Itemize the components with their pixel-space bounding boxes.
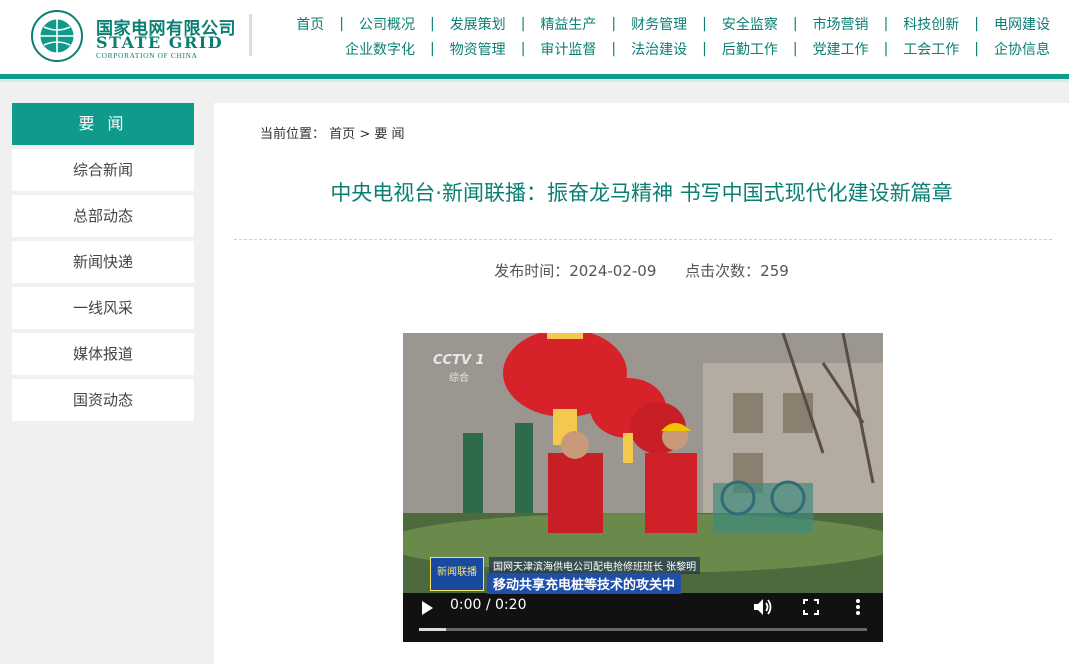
nav-item-home[interactable]: 首页 — [294, 14, 326, 34]
video-time: 0:00 / 0:20 — [450, 597, 527, 613]
nav-item-development-planning[interactable]: 发展策划 — [448, 14, 508, 34]
nav-separator: | — [792, 16, 798, 32]
sidebar-heading[interactable]: 要 闻 — [12, 103, 194, 145]
nav-item-finance[interactable]: 财务管理 — [629, 14, 689, 34]
breadcrumb-current-link[interactable]: 要 闻 — [374, 127, 404, 142]
breadcrumb-separator: > — [359, 127, 371, 142]
sidebar-item-general-news[interactable]: 综合新闻 — [12, 149, 194, 191]
video-progress-fill — [419, 628, 446, 631]
video-caption-speaker: 国网天津滨海供电公司配电抢修班班长 张黎明 — [489, 557, 701, 574]
nav-item-safety[interactable]: 安全监察 — [720, 14, 780, 34]
video-controls: 0:00 / 0:20 — [403, 592, 883, 642]
nav-separator: | — [429, 16, 435, 32]
publish-date: 发布时间：2024-02-09 — [494, 262, 657, 280]
logo-divider — [249, 14, 252, 56]
nav-item-digitalization[interactable]: 企业数字化 — [343, 39, 417, 59]
cctv-watermark: CCTV 1 — [433, 353, 485, 368]
nav-separator: | — [974, 41, 979, 57]
fullscreen-icon[interactable] — [803, 599, 819, 615]
nav-item-company-overview[interactable]: 公司概况 — [357, 14, 417, 34]
nav-separator: | — [702, 41, 707, 57]
breadcrumb: 当前位置： 首页 > 要 闻 — [260, 123, 405, 142]
click-count: 点击次数：259 — [685, 262, 789, 280]
video-caption-subtitle: 移动共享充电桩等技术的攻关中 — [487, 573, 682, 594]
sidebar: 要 闻 综合新闻 总部动态 新闻快递 一线风采 媒体报道 国资动态 — [12, 103, 194, 421]
sidebar-item-hq-news[interactable]: 总部动态 — [12, 195, 194, 237]
nav-item-lean-production[interactable]: 精益生产 — [538, 14, 598, 34]
article-meta: 发布时间：2024-02-09 点击次数：259 — [214, 260, 1069, 281]
video-player[interactable]: CCTV 1 综合 新闻联播 国网天津滨海供电公司配电抢修班班长 张黎明 移动共… — [403, 333, 883, 642]
main-nav-row-1: 首页 | 公司概况 | 发展策划 | 精益生产 | 财务管理 | 安全监察 | … — [294, 14, 1052, 34]
breadcrumb-prefix: 当前位置： — [260, 127, 326, 142]
sidebar-item-media-reports[interactable]: 媒体报道 — [12, 333, 194, 375]
nav-separator: | — [339, 16, 344, 32]
nav-separator: | — [702, 16, 707, 32]
nav-item-association-info[interactable]: 企协信息 — [992, 39, 1052, 59]
nav-separator: | — [520, 41, 526, 57]
play-icon[interactable] — [419, 600, 435, 616]
nav-separator: | — [792, 41, 798, 57]
nav-separator: | — [611, 16, 617, 32]
sidebar-item-sasac-news[interactable]: 国资动态 — [12, 379, 194, 421]
nav-item-union[interactable]: 工会工作 — [901, 39, 961, 59]
header-accent-shadow — [0, 79, 1069, 82]
news-broadcast-logo: 新闻联播 — [430, 557, 484, 591]
nav-separator: | — [520, 16, 526, 32]
nav-item-party-building[interactable]: 党建工作 — [811, 39, 871, 59]
nav-item-grid-construction[interactable]: 电网建设 — [992, 14, 1052, 34]
site-header: 国家电网有限公司 STATE GRID CORPORATION OF CHINA… — [0, 0, 1069, 76]
article-title: 中央电视台·新闻联播：振奋龙马精神 书写中国式现代化建设新篇章 — [330, 181, 953, 205]
logo-en-name: STATE GRID — [96, 33, 224, 52]
cctv-watermark-sub: 综合 — [449, 373, 469, 384]
nav-item-audit[interactable]: 审计监督 — [538, 39, 598, 59]
nav-separator: | — [974, 16, 979, 32]
nav-item-legal[interactable]: 法治建设 — [629, 39, 689, 59]
sidebar-item-frontline[interactable]: 一线风采 — [12, 287, 194, 329]
video-progress-bar[interactable] — [419, 628, 867, 631]
volume-icon[interactable] — [753, 598, 773, 616]
nav-item-marketing[interactable]: 市场营销 — [811, 14, 871, 34]
logo-en-subtitle: CORPORATION OF CHINA — [96, 51, 198, 60]
more-vertical-icon[interactable] — [855, 598, 861, 616]
nav-separator: | — [883, 16, 889, 32]
nav-separator: | — [429, 41, 435, 57]
nav-item-materials[interactable]: 物资管理 — [448, 39, 508, 59]
title-divider — [234, 239, 1052, 240]
site-logo[interactable]: 国家电网有限公司 STATE GRID CORPORATION OF CHINA — [30, 9, 236, 65]
article-panel: 当前位置： 首页 > 要 闻 中央电视台·新闻联播：振奋龙马精神 书写中国式现代… — [214, 103, 1069, 664]
breadcrumb-home-link[interactable]: 首页 — [329, 127, 355, 142]
nav-item-tech-innovation[interactable]: 科技创新 — [901, 14, 961, 34]
state-grid-emblem-icon — [31, 10, 83, 62]
nav-separator: | — [611, 41, 617, 57]
nav-separator: | — [883, 41, 889, 57]
main-nav-row-2: 企业数字化 | 物资管理 | 审计监督 | 法治建设 | 后勤工作 | 党建工作… — [343, 39, 1052, 59]
nav-item-logistics[interactable]: 后勤工作 — [720, 39, 780, 59]
sidebar-item-news-express[interactable]: 新闻快递 — [12, 241, 194, 283]
